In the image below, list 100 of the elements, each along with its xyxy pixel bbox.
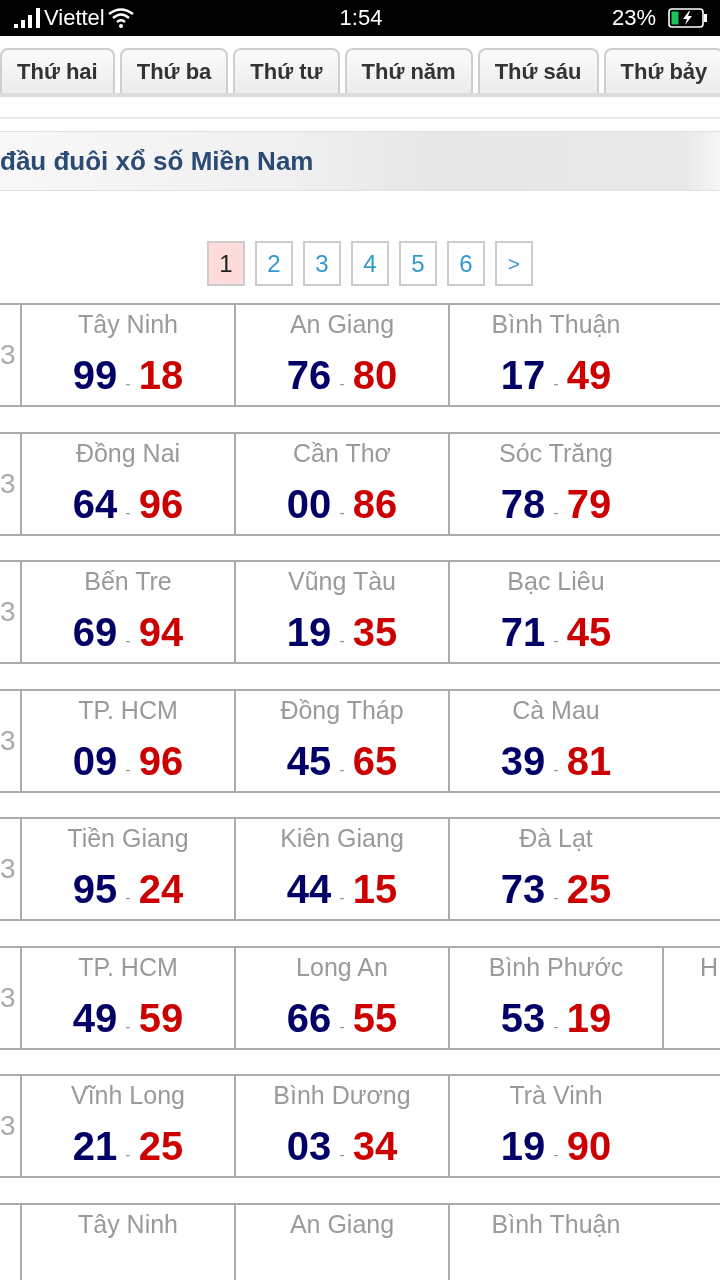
province-name: Vĩnh Long [71,1080,185,1110]
dash-separator: - [339,376,345,392]
head-number: 99 [72,353,118,397]
dash-separator: - [553,376,559,392]
head-number: 00 [286,481,332,526]
date-label: 3 [0,981,16,1014]
province-name: An Giang [289,1208,395,1239]
dash-separator: - [339,633,345,649]
dash-separator: - [125,1147,131,1163]
dash-separator: - [125,761,131,778]
tail-number: 18 [138,353,184,397]
head-number: 39 [500,738,546,783]
province-name: Bình Phước [488,951,624,982]
dash-separator: - [125,633,131,649]
tail-number: 24 [138,867,184,911]
province-name: Bến Tre [84,566,172,596]
province-name: Bình Thuận [491,1208,621,1239]
dash-separator: - [125,890,131,906]
head-number: 64 [72,481,118,526]
head-number: 21 [72,1124,118,1168]
dash-separator: - [339,761,345,778]
dash-separator: - [339,1147,345,1163]
dash-separator: - [553,633,559,649]
day-tab[interactable]: Thứ sáu [477,48,599,93]
dash-separator: - [125,504,131,521]
head-number: 19 [286,610,332,654]
head-number: 71 [500,610,546,654]
head-number: 19 [500,1124,546,1168]
battery-percent: 23% [611,5,656,31]
tail-number: 80 [352,353,398,397]
day-tab[interactable]: Thứ hai [0,48,115,93]
tail-number: 96 [138,738,184,783]
province-name: Tiền Giang [67,823,189,853]
dash-separator: - [553,504,559,521]
dash-separator: - [553,1147,559,1163]
head-number: 17 [500,353,546,397]
day-tab[interactable]: Thứ tư [233,48,340,93]
province-name: H [700,951,719,982]
province-name: Tây Ninh [77,1208,178,1239]
province-name: Vũng Tàu [288,566,396,596]
day-tab[interactable]: Thứ bảy [603,48,720,93]
date-label: 3 [0,339,16,371]
province-name: Đà Lạt [519,823,593,853]
head-number: 45 [286,738,332,783]
province-name: Đồng Tháp [280,694,404,725]
clock-time: 1:54 [339,5,383,31]
tail-number: 15 [352,867,398,911]
wifi-icon [107,8,134,28]
dash-separator: - [553,1018,559,1035]
province-name: Long An [296,951,388,982]
tail-number: 94 [138,610,184,654]
head-number: 69 [72,610,118,654]
tail-number: 45 [566,610,612,654]
head-number: 73 [500,867,546,911]
dash-separator: - [553,761,559,778]
province-name: Bạc Liêu [507,566,605,596]
head-number: 78 [500,481,546,526]
day-tab[interactable]: Thứ ba [119,48,229,93]
province-name: Cần Thơ [293,437,391,468]
dash-separator: - [553,890,559,906]
tail-number: 90 [566,1124,612,1168]
day-tab[interactable]: Thứ năm [344,48,473,93]
province-name: Cà Mau [512,694,600,725]
date-label: 3 [0,1110,16,1142]
head-number: 09 [72,738,118,783]
tail-number: 25 [566,867,612,911]
tail-number: 59 [138,995,184,1040]
date-label: 3 [0,724,16,757]
head-number: 03 [286,1124,332,1168]
tail-number: 86 [352,481,398,526]
tail-number: 55 [352,995,398,1040]
head-number: 44 [286,867,332,911]
province-name: Bình Dương [273,1080,411,1110]
signal-icon [14,8,41,28]
dash-separator: - [125,376,131,392]
head-number: 95 [72,867,118,911]
dash-separator: - [339,1018,345,1035]
date-label: 3 [0,853,16,885]
province-name: TP. HCM [78,951,178,982]
tail-number: 19 [566,995,612,1040]
province-name: TP. HCM [78,694,178,725]
tail-number: 79 [566,481,612,526]
head-number: 66 [286,995,332,1040]
battery-icon [668,8,708,28]
province-name: Đồng Nai [75,437,181,468]
tail-number: 96 [138,481,184,526]
tail-number: 35 [352,610,398,654]
dash-separator: - [339,890,345,906]
tail-number: 81 [566,738,612,783]
province-name: Bình Thuận [491,309,621,339]
head-number: 49 [72,995,118,1040]
tail-number: 49 [566,353,612,397]
page-button[interactable]: 1 [207,241,245,286]
date-label: 3 [0,596,16,628]
province-name: Tây Ninh [77,309,178,339]
head-number: 76 [286,353,332,397]
province-name: An Giang [289,309,395,339]
tail-number: 25 [138,1124,184,1168]
carrier-name: Viettel [44,5,105,31]
tail-number: 34 [352,1124,398,1168]
